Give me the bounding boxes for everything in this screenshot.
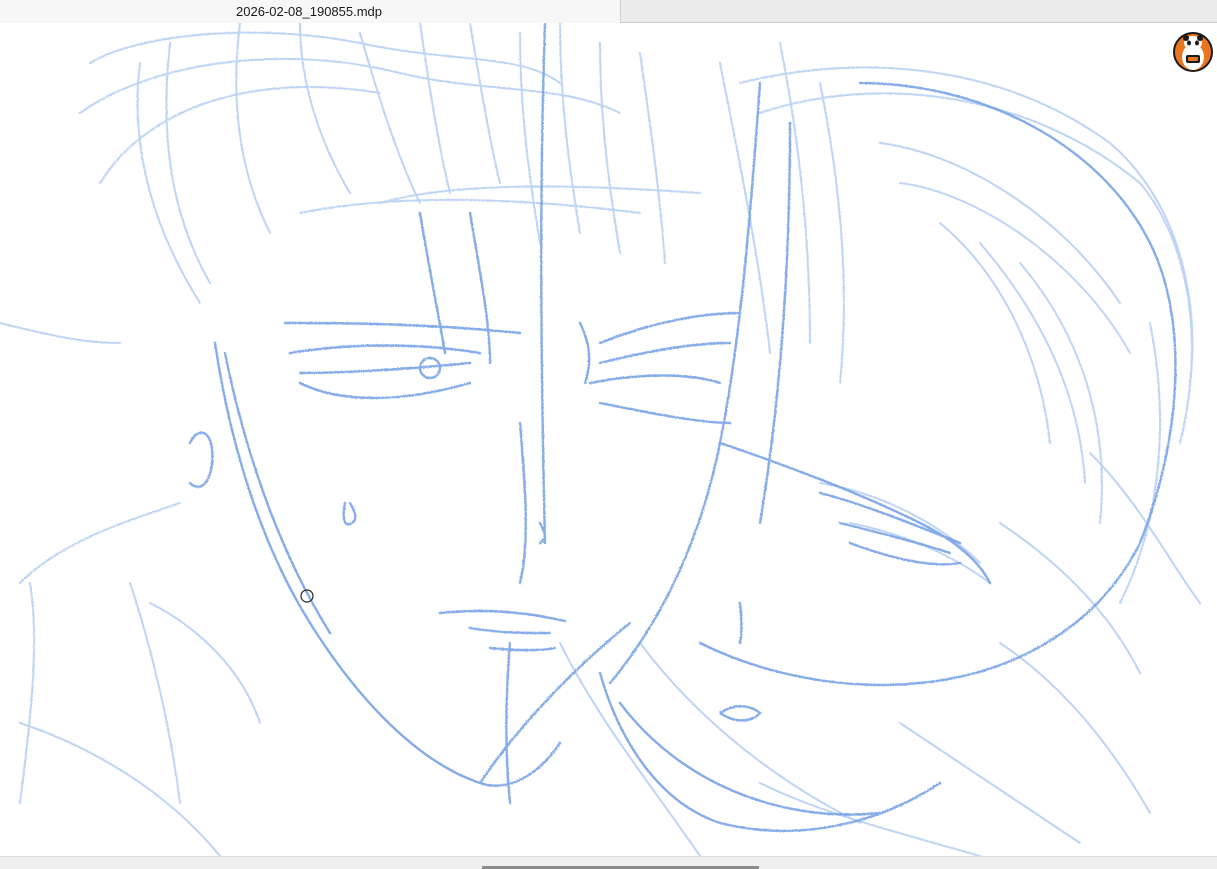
document-tab-bar: 2026-02-08_190855.mdp bbox=[0, 0, 1217, 23]
panda-mascot-icon[interactable] bbox=[1173, 31, 1213, 73]
app-window: 2026-02-08_190855.mdp bbox=[0, 0, 1217, 869]
sketch-light-strokes bbox=[0, 23, 1201, 856]
horizontal-scrollbar[interactable] bbox=[0, 856, 1217, 869]
drawing-canvas[interactable] bbox=[0, 23, 1217, 856]
sketch-dark-strokes bbox=[188, 23, 1177, 833]
document-tab[interactable]: 2026-02-08_190855.mdp bbox=[0, 0, 621, 23]
sketch-artwork bbox=[0, 23, 1201, 856]
document-tab-title: 2026-02-08_190855.mdp bbox=[236, 4, 383, 19]
